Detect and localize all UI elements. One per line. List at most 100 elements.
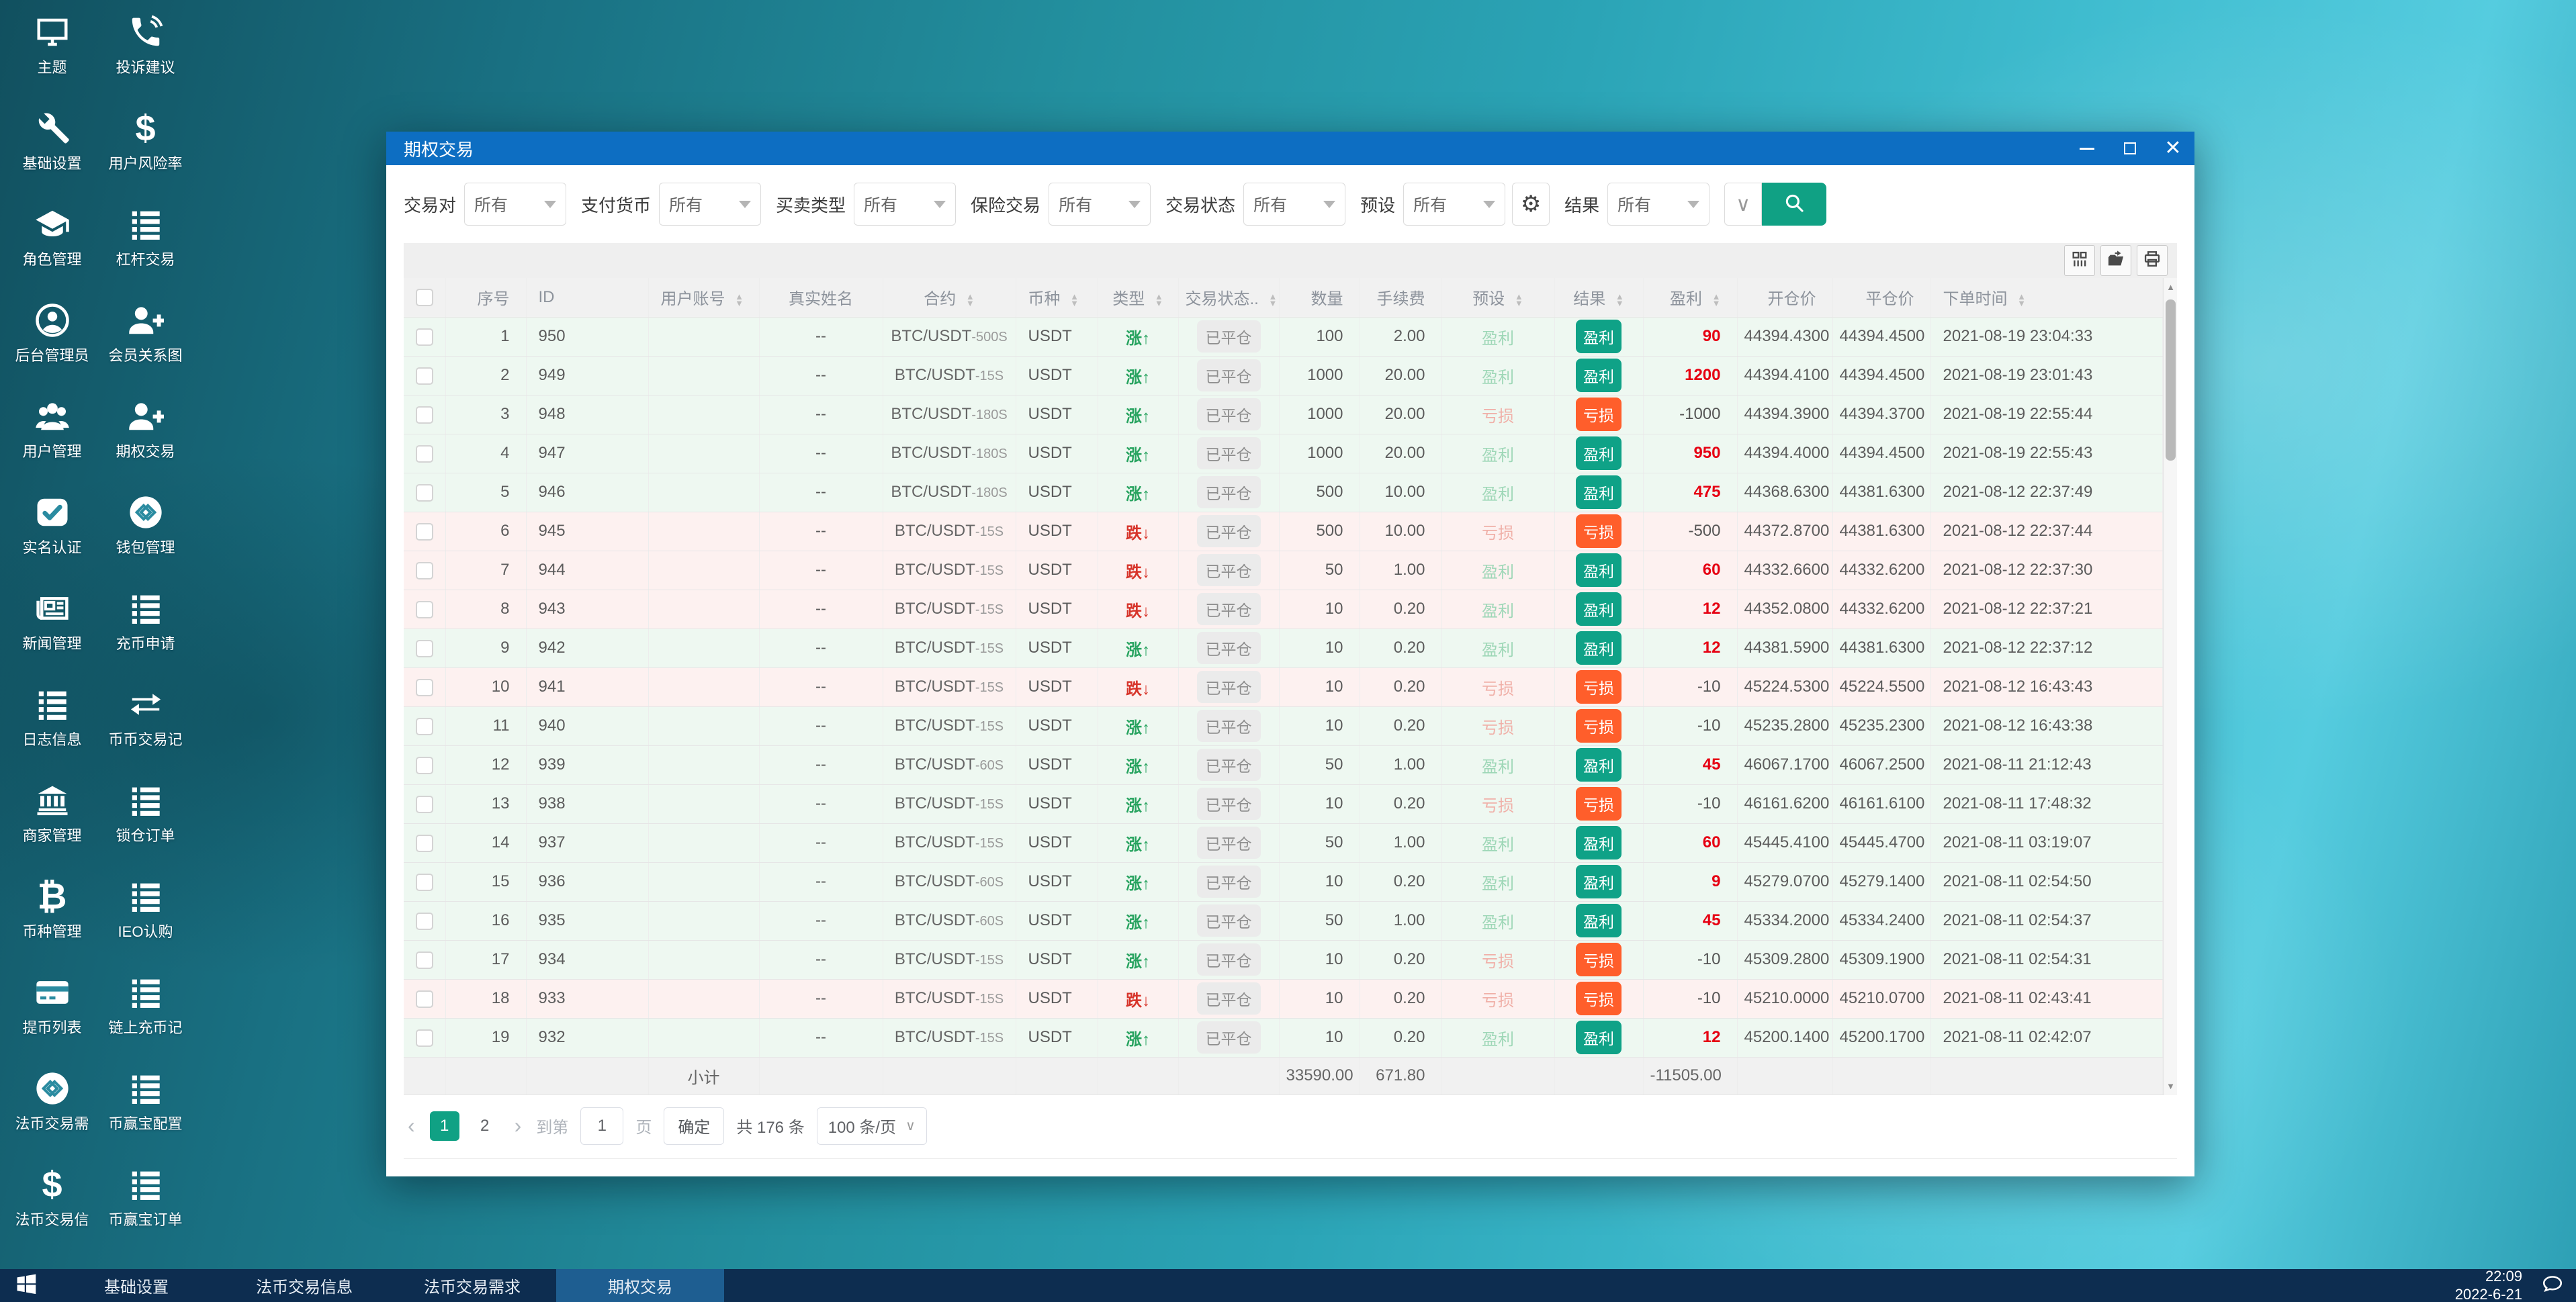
desktop-shortcut[interactable]: 实名认证 [5, 490, 99, 586]
table-row[interactable]: 5 946 -- BTC/USDT-180S USDT 涨↑ 已平仓 500 10.00 盈利 盈利… [404, 473, 2163, 512]
row-checkbox[interactable] [415, 756, 433, 774]
desktop-shortcut[interactable]: 杠杆交易 [99, 201, 192, 297]
chat-button[interactable] [2529, 1269, 2576, 1302]
filter-select-4[interactable]: 所有 [1243, 183, 1346, 226]
sort-icon[interactable]: ▲ ▼ [2017, 292, 2026, 308]
table-row[interactable]: 3 948 -- BTC/USDT-180S USDT 涨↑ 已平仓 1000 20.00 亏损 亏… [404, 395, 2163, 434]
export-button[interactable] [2100, 245, 2131, 276]
desktop-shortcut[interactable]: 锁仓订单 [99, 778, 192, 874]
taskbar-tab[interactable]: 期权交易 [556, 1269, 724, 1302]
page-number-button[interactable]: 1 [429, 1111, 459, 1141]
desktop-shortcut[interactable]: 币赢宝配置 [99, 1066, 192, 1162]
column-header-preset[interactable]: 预设 ▲ ▼ [1441, 278, 1555, 318]
row-checkbox[interactable] [415, 406, 433, 424]
table-row[interactable]: 10 941 -- BTC/USDT-15S USDT 跌↓ 已平仓 10 0.20 亏损 亏损 -1… [404, 667, 2163, 707]
column-header-account[interactable]: 用户账号 ▲ ▼ [648, 278, 760, 318]
table-row[interactable]: 15 936 -- BTC/USDT-60S USDT 涨↑ 已平仓 10 0.20 盈利 盈利 9 4… [404, 862, 2163, 902]
desktop-shortcut[interactable]: $ 法币交易信 [5, 1162, 99, 1258]
table-row[interactable]: 11 940 -- BTC/USDT-15S USDT 涨↑ 已平仓 10 0.20 亏损 亏损 -1… [404, 706, 2163, 746]
filter-select-2[interactable]: 所有 [854, 183, 957, 226]
confirm-button[interactable]: 确定 [664, 1107, 725, 1145]
column-header-currency[interactable]: 币种 ▲ ▼ [1016, 278, 1098, 318]
desktop-shortcut[interactable]: 主题 [5, 9, 99, 105]
table-row[interactable]: 12 939 -- BTC/USDT-60S USDT 涨↑ 已平仓 50 1.00 盈利 盈利 45… [404, 745, 2163, 785]
row-checkbox[interactable] [415, 873, 433, 891]
column-header-time[interactable]: 下单时间 ▲ ▼ [1930, 278, 2163, 318]
scrollbar-up-icon[interactable]: ▲ [2164, 282, 2178, 292]
filter-select-5[interactable]: 所有 [1403, 183, 1506, 226]
prev-page-button[interactable]: ‹ [405, 1113, 418, 1138]
desktop-shortcut[interactable]: 用户管理 [5, 393, 99, 490]
row-checkbox[interactable] [415, 912, 433, 930]
sort-icon[interactable]: ▲ ▼ [1155, 292, 1163, 308]
column-header-result[interactable]: 结果 ▲ ▼ [1554, 278, 1644, 318]
table-row[interactable]: 16 935 -- BTC/USDT-60S USDT 涨↑ 已平仓 50 1.00 盈利 盈利 45… [404, 901, 2163, 941]
desktop-shortcut[interactable]: IEO认购 [99, 874, 192, 970]
next-page-button[interactable]: › [512, 1113, 525, 1138]
desktop-shortcut[interactable]: 链上充币记 [99, 970, 192, 1066]
row-checkbox[interactable] [415, 678, 433, 696]
desktop-shortcut[interactable]: 基础设置 [5, 105, 99, 201]
filter-select-0[interactable]: 所有 [464, 183, 567, 226]
sort-icon[interactable]: ▲ ▼ [1070, 292, 1079, 308]
table-row[interactable]: 8 943 -- BTC/USDT-15S USDT 跌↓ 已平仓 10 0.20 盈利 盈利 12 4… [404, 590, 2163, 629]
column-header-profit[interactable]: 盈利 ▲ ▼ [1643, 278, 1738, 318]
table-scrollbar[interactable]: ▲ ▼ [2162, 278, 2178, 1095]
select-all-checkbox[interactable] [415, 289, 433, 307]
sort-icon[interactable]: ▲ ▼ [1615, 292, 1624, 308]
print-button[interactable] [2137, 245, 2168, 276]
scrollbar-down-icon[interactable]: ▼ [2164, 1081, 2178, 1091]
row-checkbox[interactable] [415, 445, 433, 463]
row-checkbox[interactable] [415, 522, 433, 541]
table-row[interactable]: 7 944 -- BTC/USDT-15S USDT 跌↓ 已平仓 50 1.00 盈利 盈利 60 4… [404, 551, 2163, 590]
table-row[interactable]: 1 950 -- BTC/USDT-500S USDT 涨↑ 已平仓 100 2.00 盈利 盈利 9… [404, 317, 2163, 357]
taskbar-tab[interactable]: 基础设置 [52, 1269, 220, 1302]
table-row[interactable]: 6 945 -- BTC/USDT-15S USDT 跌↓ 已平仓 500 10.00 亏损 亏损 -… [404, 512, 2163, 551]
row-checkbox[interactable] [415, 639, 433, 657]
maximize-button[interactable] [2108, 132, 2151, 165]
table-row[interactable]: 17 934 -- BTC/USDT-15S USDT 涨↑ 已平仓 10 0.20 亏损 亏损 -1… [404, 940, 2163, 980]
desktop-shortcut[interactable]: 币币交易记 [99, 682, 192, 778]
desktop-shortcut[interactable]: 新闻管理 [5, 586, 99, 682]
desktop-shortcut[interactable]: 钱包管理 [99, 490, 192, 586]
filter-select-3[interactable]: 所有 [1049, 183, 1151, 226]
desktop-shortcut[interactable]: 角色管理 [5, 201, 99, 297]
table-row[interactable]: 13 938 -- BTC/USDT-15S USDT 涨↑ 已平仓 10 0.20 亏损 亏损 -1… [404, 784, 2163, 824]
filter-select-6[interactable]: 所有 [1607, 183, 1710, 226]
taskbar-tab[interactable]: 法币交易需求 [388, 1269, 556, 1302]
column-header-status[interactable]: 交易状态.. ▲ ▼ [1178, 278, 1280, 318]
close-button[interactable]: ✕ [2151, 132, 2194, 165]
taskbar-tab[interactable]: 法币交易信息 [220, 1269, 388, 1302]
desktop-shortcut[interactable]: 后台管理员 [5, 297, 99, 393]
preset-gear-button[interactable]: ⚙ [1512, 183, 1550, 226]
window-titlebar[interactable]: 期权交易 ✕ [386, 132, 2194, 165]
sort-icon[interactable]: ▲ ▼ [966, 292, 975, 308]
row-checkbox[interactable] [415, 795, 433, 813]
row-checkbox[interactable] [415, 717, 433, 735]
desktop-shortcut[interactable]: 会员关系图 [99, 297, 192, 393]
row-checkbox[interactable] [415, 600, 433, 618]
sort-icon[interactable]: ▲ ▼ [735, 292, 744, 308]
desktop-shortcut[interactable]: $ 用户风险率 [99, 105, 192, 201]
start-button[interactable] [0, 1269, 52, 1302]
minimize-button[interactable] [2066, 132, 2108, 165]
desktop-shortcut[interactable]: 商家管理 [5, 778, 99, 874]
desktop-shortcut[interactable]: 期权交易 [99, 393, 192, 490]
row-checkbox[interactable] [415, 990, 433, 1008]
column-header-type[interactable]: 类型 ▲ ▼ [1098, 278, 1179, 318]
row-checkbox[interactable] [415, 561, 433, 579]
desktop-shortcut[interactable]: 投诉建议 [99, 9, 192, 105]
table-row[interactable]: 2 949 -- BTC/USDT-15S USDT 涨↑ 已平仓 1000 20.00 盈利 盈利… [404, 356, 2163, 396]
row-checkbox[interactable] [415, 483, 433, 502]
desktop-shortcut[interactable]: 币赢宝订单 [99, 1162, 192, 1258]
search-button[interactable] [1762, 183, 1827, 226]
expand-filters-button[interactable]: ∨ [1724, 183, 1763, 226]
row-checkbox[interactable] [415, 951, 433, 969]
row-checkbox[interactable] [415, 1029, 433, 1047]
desktop-shortcut[interactable]: 法币交易需 [5, 1066, 99, 1162]
column-header-contract[interactable]: 合约 ▲ ▼ [883, 278, 1016, 318]
sort-icon[interactable]: ▲ ▼ [1515, 292, 1523, 308]
page-number-button[interactable]: 2 [470, 1111, 500, 1141]
row-checkbox[interactable] [415, 328, 433, 346]
table-row[interactable]: 4 947 -- BTC/USDT-180S USDT 涨↑ 已平仓 1000 20.00 盈利 盈… [404, 434, 2163, 473]
